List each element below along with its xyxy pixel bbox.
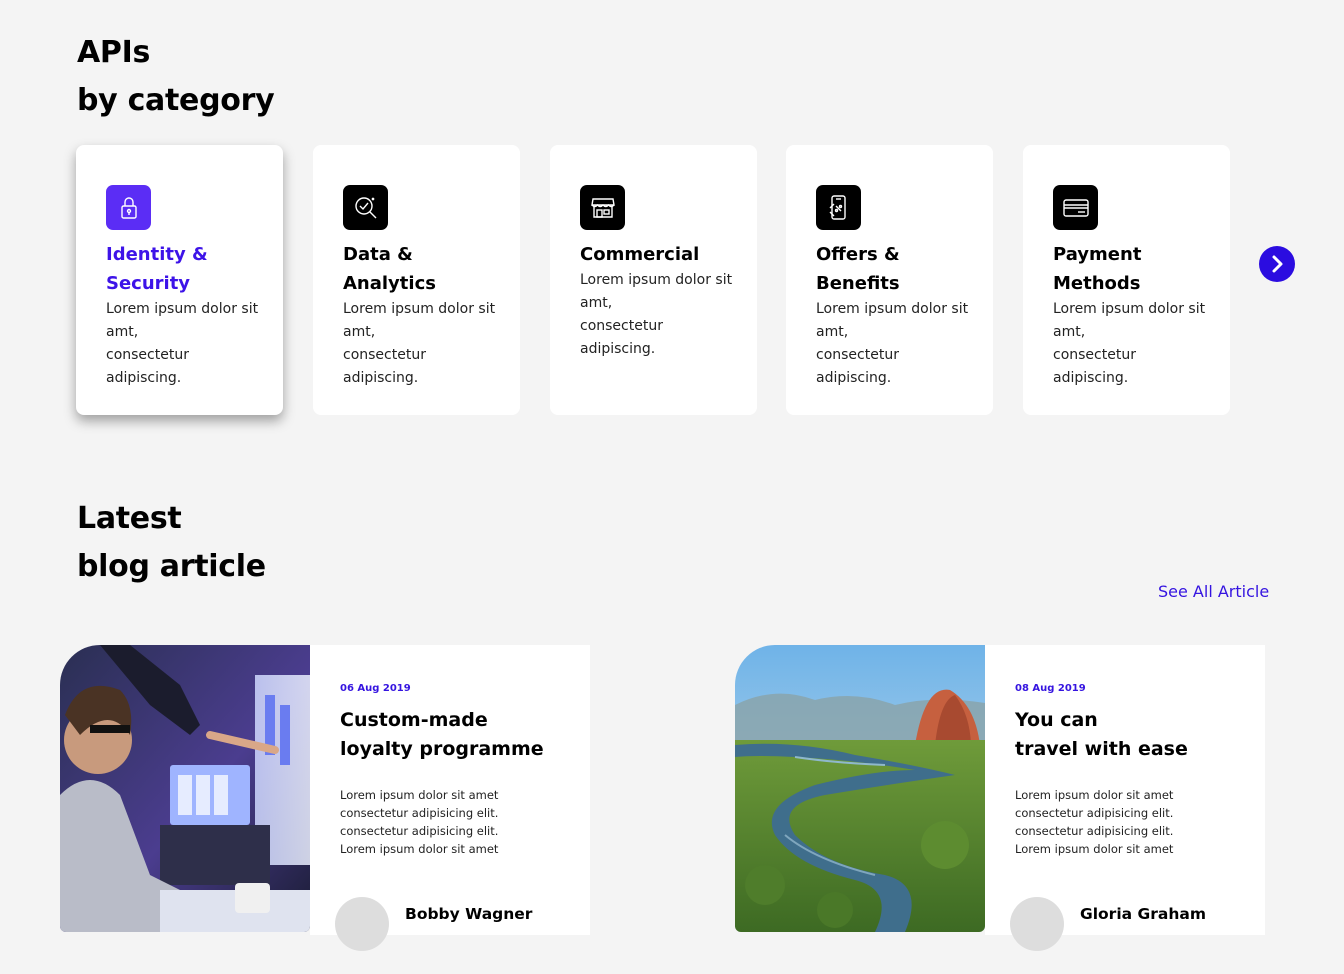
category-title: Payment Methods [1053, 240, 1216, 298]
category-title-line1: Identity & [106, 244, 208, 265]
desc-line: Lorem ipsum dolor sit [580, 272, 733, 288]
excerpt-line: consectetur adipisicing elit. [1015, 824, 1174, 838]
category-description: Lorem ipsum dolor sit amt, consectetur a… [343, 298, 506, 390]
blog-heading: Latest blog article [77, 495, 266, 591]
desc-line: consectetur [343, 347, 426, 363]
desc-line: Lorem ipsum dolor sit [343, 301, 496, 317]
category-title: Data & Analytics [343, 240, 506, 298]
desc-line: adipiscing. [816, 370, 892, 386]
blog-date: 06 Aug 2019 [340, 683, 411, 694]
category-description: Lorem ipsum dolor sit amt, consectetur a… [1053, 298, 1216, 390]
lock-icon [106, 185, 151, 230]
excerpt-line: Lorem ipsum dolor sit amet [1015, 788, 1174, 802]
desc-line: amt, [816, 324, 849, 340]
category-title-line1: Offers & [816, 244, 900, 265]
category-description: Lorem ipsum dolor sit amt, consectetur a… [816, 298, 979, 390]
excerpt-line: consectetur adipisicing elit. [1015, 806, 1174, 820]
blog-card-loyalty[interactable]: 06 Aug 2019 Custom-made loyalty programm… [60, 645, 590, 951]
category-description: Lorem ipsum dolor sit amt, consectetur a… [580, 269, 743, 361]
category-title-line2: Benefits [816, 273, 900, 294]
analytics-search-icon [343, 185, 388, 230]
category-title-line1: Commercial [580, 244, 700, 265]
desc-line: consectetur [816, 347, 899, 363]
blog-title[interactable]: Custom-made loyalty programme [340, 706, 570, 764]
blog-excerpt: Lorem ipsum dolor sit amet consectetur a… [340, 786, 570, 858]
category-description: Lorem ipsum dolor sit amt, consectetur a… [106, 298, 269, 390]
phone-offer-icon [816, 185, 861, 230]
desc-line: amt, [1053, 324, 1086, 340]
category-title-line2: Methods [1053, 273, 1141, 294]
blog-image-developer-at-computer [60, 645, 310, 932]
excerpt-line: consectetur adipisicing elit. [340, 824, 499, 838]
avatar [335, 897, 389, 951]
desc-line: adipiscing. [1053, 370, 1129, 386]
blog-image-river-landscape [735, 645, 985, 932]
category-title: Commercial [580, 240, 743, 269]
desc-line: amt, [343, 324, 376, 340]
desc-line: amt, [580, 295, 613, 311]
avatar [1010, 897, 1064, 951]
blog-title[interactable]: You can travel with ease [1015, 706, 1245, 764]
author-name: Bobby Wagner [405, 905, 533, 923]
category-title-line2: Analytics [343, 273, 436, 294]
category-card-commercial[interactable]: Commercial Lorem ipsum dolor sit amt, co… [550, 145, 757, 415]
categories-heading-line1: APIs [77, 35, 151, 70]
excerpt-line: consectetur adipisicing elit. [340, 806, 499, 820]
blog-heading-line1: Latest [77, 501, 182, 536]
desc-line: consectetur [106, 347, 189, 363]
desc-line: Lorem ipsum dolor sit [106, 301, 259, 317]
categories-heading: APIs by category [77, 29, 275, 125]
credit-card-icon [1053, 185, 1098, 230]
chevron-right-icon [1272, 255, 1283, 273]
category-card-payment-methods[interactable]: Payment Methods Lorem ipsum dolor sit am… [1023, 145, 1230, 415]
desc-line: consectetur [1053, 347, 1136, 363]
blog-title-line1: You can [1015, 709, 1098, 731]
see-all-articles-link[interactable]: See All Article [1158, 582, 1269, 601]
blog-excerpt: Lorem ipsum dolor sit amet consectetur a… [1015, 786, 1245, 858]
category-card-data-analytics[interactable]: Data & Analytics Lorem ipsum dolor sit a… [313, 145, 520, 415]
blog-body: 06 Aug 2019 Custom-made loyalty programm… [310, 645, 590, 951]
category-title-line2: Security [106, 273, 191, 294]
category-title: Offers & Benefits [816, 240, 979, 298]
excerpt-line: Lorem ipsum dolor sit amet [340, 842, 499, 856]
desc-line: adipiscing. [106, 370, 182, 386]
excerpt-line: Lorem ipsum dolor sit amet [1015, 842, 1174, 856]
blog-heading-line2: blog article [77, 549, 266, 584]
blog-title-line2: travel with ease [1015, 738, 1188, 760]
category-title-line1: Payment [1053, 244, 1142, 265]
blog-body: 08 Aug 2019 You can travel with ease Lor… [985, 645, 1265, 951]
desc-line: Lorem ipsum dolor sit [1053, 301, 1206, 317]
blog-title-line1: Custom-made [340, 709, 488, 731]
blog-date: 08 Aug 2019 [1015, 683, 1086, 694]
desc-line: adipiscing. [343, 370, 419, 386]
storefront-icon [580, 185, 625, 230]
categories-heading-line2: by category [77, 83, 275, 118]
category-card-identity-security[interactable]: Identity & Security Lorem ipsum dolor si… [76, 145, 283, 415]
category-card-offers-benefits[interactable]: Offers & Benefits Lorem ipsum dolor sit … [786, 145, 993, 415]
desc-line: Lorem ipsum dolor sit [816, 301, 969, 317]
excerpt-line: Lorem ipsum dolor sit amet [340, 788, 499, 802]
category-title: Identity & Security [106, 240, 269, 298]
blog-author: Bobby Wagner [335, 897, 532, 951]
desc-line: amt, [106, 324, 139, 340]
author-name: Gloria Graham [1080, 905, 1206, 923]
carousel-next-button[interactable] [1259, 246, 1295, 282]
desc-line: adipiscing. [580, 341, 656, 357]
category-title-line1: Data & [343, 244, 413, 265]
desc-line: consectetur [580, 318, 663, 334]
blog-author: Gloria Graham [1010, 897, 1206, 951]
blog-title-line2: loyalty programme [340, 738, 544, 760]
blog-card-travel[interactable]: 08 Aug 2019 You can travel with ease Lor… [735, 645, 1265, 951]
